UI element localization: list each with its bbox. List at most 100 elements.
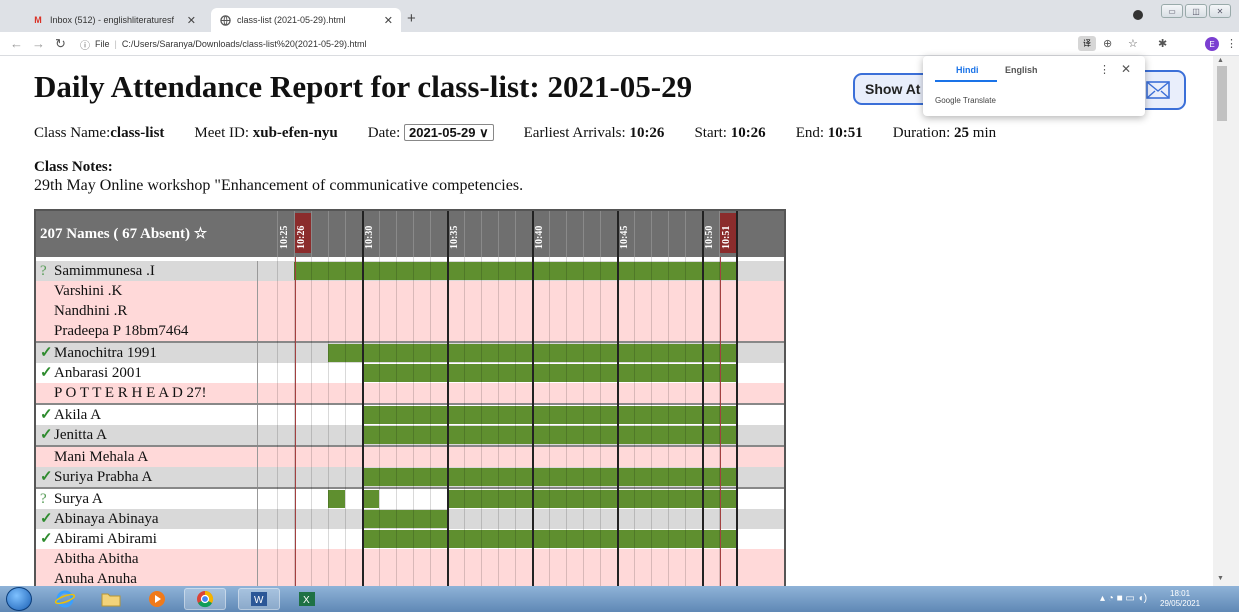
header-gridline [277, 211, 278, 257]
extensions-icon[interactable]: ✱ [1158, 37, 1167, 50]
checkmark-icon: ✓ [40, 365, 53, 381]
participant-name-text: Surya A [54, 491, 103, 507]
notes-text: 29th May Online workshop "Enhancement of… [34, 177, 524, 194]
tab-class-list-label: class-list (2021-05-29).html [237, 15, 346, 25]
attendance-table: ? Samimmunesa .I Varshini .K Nandhini .R Pra… [34, 209, 786, 586]
scroll-up-icon[interactable]: ▲ [1217, 57, 1224, 64]
checkmark-icon: ✓ [40, 511, 53, 527]
date-select[interactable]: 2021-05-29 ∨ [404, 124, 494, 141]
translate-menu-icon[interactable]: ⋮ [1099, 63, 1110, 76]
forward-icon[interactable]: → [32, 36, 45, 51]
chrome-icon [197, 590, 214, 608]
translate-label: Google Translate [935, 96, 996, 105]
header-gridline [447, 211, 449, 257]
checkmark-icon: ✓ [40, 531, 53, 547]
table-row[interactable]: ? Surya A [36, 489, 784, 509]
start-button[interactable] [6, 587, 32, 611]
back-icon[interactable]: ← [10, 36, 23, 51]
table-row[interactable]: ? Samimmunesa .I [36, 261, 784, 281]
translate-english-tab[interactable]: English [1005, 65, 1038, 75]
header-gridline [379, 211, 380, 257]
tab-gmail[interactable]: M Inbox (512) - englishliteraturesf ✕ [24, 8, 204, 32]
table-row[interactable]: ✓Manochitra 1991 [36, 343, 784, 363]
translate-icon[interactable]: 译 [1078, 36, 1096, 51]
ie-taskbar-button[interactable] [44, 588, 86, 610]
participant-name-text: Pradeepa P 18bm7464 [54, 323, 189, 339]
internet-explorer-icon [55, 590, 75, 608]
question-icon: ? [40, 263, 47, 279]
table-row[interactable]: ✓Abirami Abirami [36, 529, 784, 549]
zoom-icon[interactable]: ⊕ [1103, 37, 1112, 50]
media-player-taskbar-button[interactable] [136, 588, 178, 610]
participant-name-text: Abitha Abitha [54, 551, 139, 567]
participant-name: Anuha Anuha [36, 569, 258, 586]
table-row[interactable]: Abitha Abitha [36, 549, 784, 569]
tab-gmail-label: Inbox (512) - englishliteraturesf [50, 15, 175, 25]
translate-close-icon[interactable]: ✕ [1121, 62, 1131, 76]
participant-name-text: Abirami Abirami [54, 531, 157, 547]
table-row[interactable]: Mani Mehala A [36, 447, 784, 467]
table-row[interactable]: ✓Akila A [36, 405, 784, 425]
window-close-button[interactable]: ✕ [1209, 4, 1231, 18]
close-icon[interactable]: ✕ [187, 14, 196, 27]
info-icon[interactable]: ⓘ [80, 37, 90, 52]
system-tray-icons[interactable]: ▴ ◔ ■ ▭ ◖) [1100, 593, 1147, 604]
new-tab-button[interactable]: + [407, 10, 416, 27]
globe-icon [219, 14, 231, 26]
session-boundary-line [295, 257, 296, 586]
table-row[interactable]: Pradeepa P 18bm7464 [36, 321, 784, 341]
participant-name: ✓Manochitra 1991 [36, 343, 258, 363]
header-gridline [617, 211, 619, 257]
tab-class-list[interactable]: class-list (2021-05-29).html ✕ [211, 8, 401, 32]
excel-taskbar-button[interactable]: X [286, 588, 328, 610]
page-scrollbar[interactable]: ▲ ▼ [1213, 56, 1239, 586]
table-row[interactable]: ✓Suriya Prabha A [36, 467, 784, 487]
attendance-header: 207 Names ( 67 Absent) ☆ 10:25 10:26 10:30… [36, 211, 784, 257]
grid-column-line [736, 257, 738, 586]
participant-name: ✓Jenitta A [36, 425, 258, 445]
word-taskbar-button[interactable]: W [238, 588, 280, 610]
taskbar-clock[interactable]: 18:01 29/05/2021 [1160, 589, 1200, 609]
minimize-button[interactable]: ▭ [1161, 4, 1183, 18]
menu-icon[interactable]: ⋮ [1226, 37, 1237, 50]
clock-date: 29/05/2021 [1160, 599, 1201, 608]
table-row[interactable]: ✓Abinaya Abinaya [36, 509, 784, 529]
time-tick-label: 10:50 [704, 225, 715, 249]
close-icon[interactable]: ✕ [384, 14, 393, 27]
translate-hindi-tab[interactable]: Hindi [956, 65, 979, 75]
table-row[interactable]: P O T T E R H E A D 27! [36, 383, 784, 403]
class-name-info: Class Name:class-list [34, 125, 165, 141]
header-gridline [396, 211, 397, 257]
participant-name-text: Akila A [54, 407, 102, 423]
gmail-icon: M [34, 15, 42, 25]
participant-name-text: Varshini .K [54, 283, 123, 299]
scroll-thumb[interactable] [1217, 66, 1227, 121]
scroll-down-icon[interactable]: ▼ [1217, 575, 1224, 582]
bookmark-star-icon[interactable]: ☆ [1128, 37, 1138, 50]
table-row[interactable]: Nandhini .R [36, 301, 784, 321]
header-gridline [515, 211, 516, 257]
browser-tab-bar: M Inbox (512) - englishliteraturesf ✕ cl… [0, 0, 1239, 32]
table-row[interactable]: ✓Anbarasi 2001 [36, 363, 784, 383]
header-gridline [549, 211, 550, 257]
header-gridline [685, 211, 686, 257]
chrome-taskbar-button[interactable] [184, 588, 226, 610]
envelope-icon [1146, 81, 1170, 99]
names-header[interactable]: 207 Names ( 67 Absent) ☆ [40, 224, 207, 243]
table-row[interactable]: ✓Jenitta A [36, 425, 784, 445]
reload-icon[interactable]: ↻ [55, 36, 66, 52]
address-bar[interactable]: ⓘ File | C:/Users/Saranya/Downloads/clas… [80, 35, 1065, 53]
grid-column-line [362, 257, 364, 586]
participant-name: ✓Anbarasi 2001 [36, 363, 258, 383]
table-row[interactable]: Varshini .K [36, 281, 784, 301]
avatar[interactable]: E [1205, 37, 1219, 51]
explorer-taskbar-button[interactable] [90, 588, 132, 610]
presence-bar [362, 510, 447, 528]
grid-column-line [379, 257, 380, 586]
presence-bar [328, 490, 345, 508]
profile-indicator-icon[interactable] [1133, 10, 1143, 20]
table-row[interactable]: Anuha Anuha [36, 569, 784, 586]
header-gridline [430, 211, 431, 257]
checkmark-icon: ✓ [40, 469, 53, 485]
maximize-button[interactable]: ◫ [1185, 4, 1207, 18]
